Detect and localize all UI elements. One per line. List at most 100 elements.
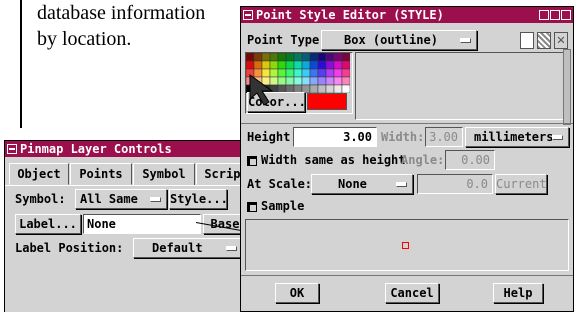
palette-swatch[interactable]: [309, 60, 319, 70]
palette-swatch[interactable]: [325, 84, 335, 93]
palette-swatch[interactable]: [333, 84, 343, 93]
document-margin-rule: [20, 0, 22, 128]
vertical-scrollbar[interactable]: [563, 49, 571, 125]
tab-points[interactable]: Points: [70, 163, 132, 185]
pinmap-title: Pinmap Layer Controls: [20, 142, 172, 156]
symbol-option-menu[interactable]: All Same: [75, 189, 167, 209]
window-menu-icon[interactable]: [7, 144, 17, 154]
palette-swatch[interactable]: [301, 76, 311, 86]
height-label: Height:: [247, 130, 298, 144]
angle-label: Angle:: [401, 153, 445, 167]
maximize-icon[interactable]: [550, 10, 560, 20]
tab-object[interactable]: Object: [9, 163, 69, 185]
palette-swatch[interactable]: [261, 60, 271, 70]
palette-swatch[interactable]: [293, 60, 303, 70]
clear-icon[interactable]: ✕: [554, 32, 568, 49]
option-menu-icon: [150, 197, 161, 202]
palette-swatch[interactable]: [333, 53, 343, 62]
palette-swatch[interactable]: [293, 76, 303, 86]
width-same-label: Width same as height: [261, 153, 406, 167]
sample-preview-box: [245, 219, 569, 271]
style-editor-titlebar[interactable]: Point Style Editor (STYLE): [241, 7, 573, 23]
style-editor-title: Point Style Editor (STYLE): [256, 8, 444, 22]
current-button[interactable]: Current: [495, 174, 547, 194]
palette-swatch[interactable]: [341, 68, 350, 78]
palette-swatch[interactable]: [269, 60, 279, 70]
palette-swatch[interactable]: [341, 84, 350, 93]
palette-swatch[interactable]: [309, 84, 319, 93]
palette-swatch[interactable]: [317, 68, 327, 78]
height-input[interactable]: 3.00: [293, 127, 377, 147]
palette-swatch[interactable]: [333, 60, 343, 70]
at-scale-option-menu[interactable]: None: [311, 174, 413, 194]
option-menu-icon: [226, 246, 237, 251]
palette-swatch[interactable]: [301, 68, 311, 78]
palette-swatch[interactable]: [341, 60, 350, 70]
palette-swatch[interactable]: [246, 53, 255, 62]
point-type-option-menu[interactable]: Box (outline): [321, 30, 477, 50]
palette-swatch[interactable]: [341, 53, 350, 62]
palette-swatch[interactable]: [341, 76, 350, 86]
cancel-button[interactable]: Cancel: [385, 283, 439, 303]
palette-swatch[interactable]: [253, 53, 263, 62]
palette-swatch[interactable]: [277, 53, 287, 62]
window-menu-icon[interactable]: [243, 10, 253, 20]
pattern-icon[interactable]: [537, 32, 551, 49]
sample-label: Sample: [261, 199, 305, 213]
palette-swatch[interactable]: [317, 60, 327, 70]
palette-swatch[interactable]: [277, 60, 287, 70]
tab-symbol[interactable]: Symbol: [133, 163, 195, 186]
palette-swatch[interactable]: [325, 76, 335, 86]
style-button[interactable]: Style...: [169, 189, 228, 209]
window-controls: [539, 10, 571, 20]
palette-swatch[interactable]: [317, 76, 327, 86]
palette-swatch[interactable]: [325, 53, 335, 62]
help-button[interactable]: Help: [493, 283, 543, 303]
option-menu-icon: [552, 135, 563, 140]
units-option-menu[interactable]: millimeters: [465, 127, 569, 147]
palette-swatch[interactable]: [301, 53, 311, 62]
palette-swatch[interactable]: [246, 60, 255, 70]
point-type-label: Point Type:: [247, 33, 327, 47]
palette-swatch[interactable]: [317, 84, 327, 93]
label-field-input[interactable]: None: [83, 214, 201, 234]
palette-swatch[interactable]: [285, 60, 295, 70]
palette-swatch[interactable]: [309, 76, 319, 86]
palette-swatch[interactable]: [253, 60, 263, 70]
minimize-icon[interactable]: [539, 10, 549, 20]
palette-swatch[interactable]: [261, 53, 271, 62]
palette-swatch[interactable]: [325, 68, 335, 78]
palette-swatch[interactable]: [333, 68, 343, 78]
palette-swatch[interactable]: [325, 60, 335, 70]
palette-swatch[interactable]: [333, 76, 343, 86]
document-text: database information by location.: [37, 2, 206, 50]
palette-swatch[interactable]: [317, 53, 327, 62]
palette-swatch[interactable]: [293, 53, 303, 62]
pinmap-tab-bar: Object Points Symbol Script: [9, 163, 267, 186]
palette-swatch[interactable]: [285, 53, 295, 62]
width-input[interactable]: 3.00: [425, 127, 463, 147]
ok-button[interactable]: OK: [275, 283, 319, 303]
label-button[interactable]: Label...: [15, 214, 81, 234]
label-position-value: Default: [152, 241, 203, 255]
at-scale-value: None: [338, 177, 367, 191]
width-same-checkbox[interactable]: [247, 156, 257, 166]
pinmap-titlebar[interactable]: Pinmap Layer Controls: [5, 141, 265, 157]
symbol-option-value: All Same: [80, 192, 138, 206]
button-bar-divider: [241, 275, 573, 276]
sample-checkbox[interactable]: [247, 202, 257, 212]
units-value: millimeters: [474, 130, 554, 144]
label-position-option-menu[interactable]: Default: [133, 238, 243, 258]
close-icon[interactable]: [561, 10, 571, 20]
palette-swatch[interactable]: [301, 60, 311, 70]
symbol-label: Symbol:: [15, 192, 66, 206]
palette-swatch[interactable]: [309, 53, 319, 62]
palette-swatch[interactable]: [309, 68, 319, 78]
scale-input[interactable]: 0.0: [417, 174, 493, 194]
palette-swatch[interactable]: [293, 68, 303, 78]
angle-input[interactable]: 0.00: [445, 150, 495, 170]
label-position-label: Label Position:: [15, 241, 124, 255]
at-scale-label: At Scale:: [247, 177, 313, 191]
page-icon[interactable]: [520, 32, 534, 49]
palette-swatch[interactable]: [269, 53, 279, 62]
